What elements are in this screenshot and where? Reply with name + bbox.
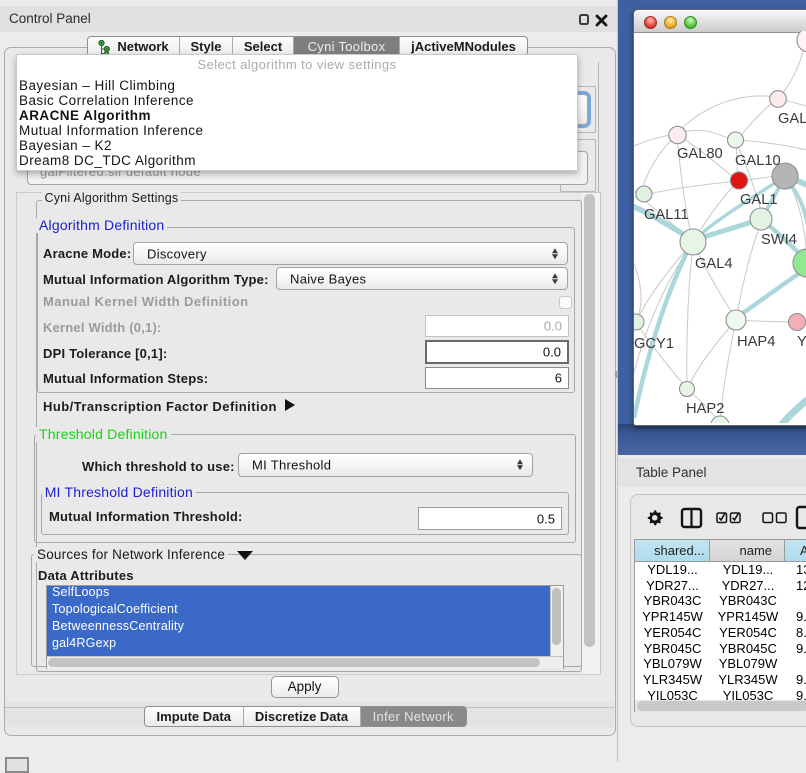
svg-text:HAP2: HAP2 bbox=[686, 401, 724, 417]
svg-text:GAL11: GAL11 bbox=[644, 207, 689, 223]
svg-text:GAL80: GAL80 bbox=[677, 146, 723, 162]
svg-text:GAL1: GAL1 bbox=[740, 192, 778, 208]
svg-text:HAP4: HAP4 bbox=[737, 334, 775, 350]
svg-text:GCY1: GCY1 bbox=[634, 336, 674, 352]
svg-text:GAL4: GAL4 bbox=[695, 256, 733, 272]
svg-text:YJL: YJL bbox=[797, 334, 806, 350]
svg-text:SWI4: SWI4 bbox=[761, 232, 797, 248]
svg-text:GAL10: GAL10 bbox=[735, 153, 781, 169]
svg-text:GAL7: GAL7 bbox=[778, 111, 806, 127]
